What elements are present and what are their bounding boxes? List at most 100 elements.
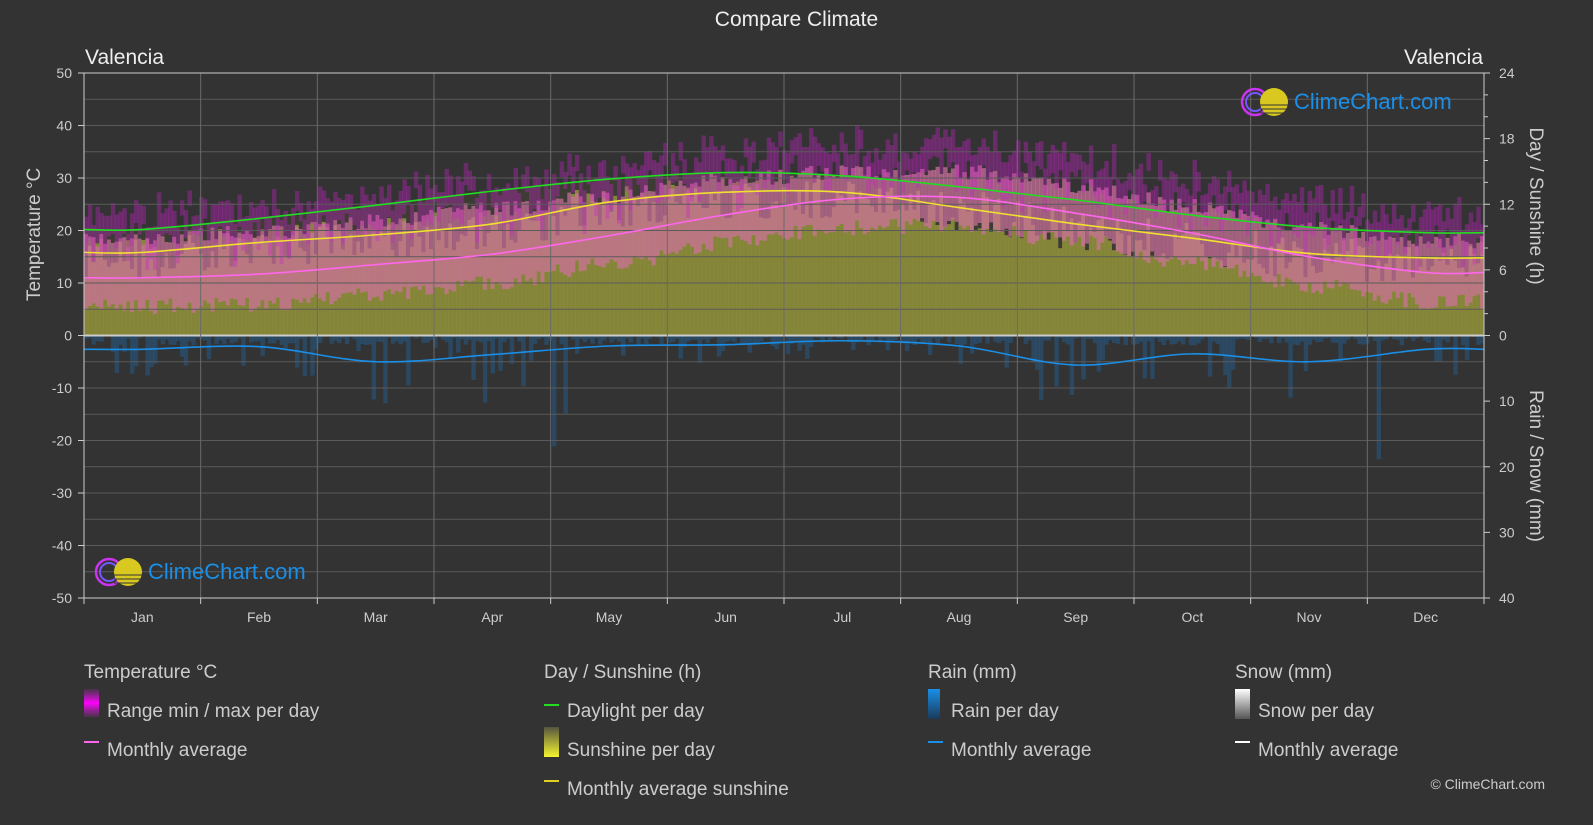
temp-max-extreme-bar — [1046, 153, 1052, 177]
temp-max-extreme-bar — [252, 207, 258, 223]
rain-day-bar — [168, 335, 173, 345]
left-axis-title: Temperature °C — [24, 167, 45, 301]
daylight-day-bar — [632, 178, 637, 198]
temp-range-day-bar — [1146, 192, 1151, 263]
rain-day-bar — [1460, 335, 1466, 346]
rain-day-bar — [229, 335, 235, 344]
temp-max-extreme-bar — [1131, 176, 1136, 201]
temp-range-day-bar — [1207, 202, 1213, 257]
logo-bottom-left[interactable]: ClimeChart.com — [94, 556, 306, 588]
rain-day-bar — [425, 335, 430, 343]
temp-range-day-bar — [701, 175, 706, 244]
temp-max-extreme-bar — [1023, 141, 1029, 163]
temp-range-day-bar — [1165, 211, 1171, 262]
temp-max-extreme-bar — [314, 201, 319, 231]
logo-top-right[interactable]: ClimeChart.com — [1240, 86, 1452, 118]
temp-max-extreme-bar — [210, 204, 216, 229]
x-tick-label: Mar — [364, 609, 388, 625]
temp-max-extreme-bar — [1054, 149, 1059, 190]
rain-day-bar — [705, 335, 710, 344]
temp-max-extreme-bar — [1257, 189, 1263, 224]
rain-day-bar — [1192, 335, 1197, 346]
temp-range-day-bar — [440, 209, 446, 289]
temp-max-extreme-bar — [141, 205, 146, 225]
temp-max-extreme-bar — [632, 163, 637, 178]
rain-day-bar — [977, 335, 983, 343]
temp-max-extreme-bar — [1192, 159, 1197, 205]
rain-day-bar — [1269, 335, 1274, 344]
temp-range-day-bar — [632, 196, 637, 257]
temp-max-extreme-bar — [1012, 150, 1017, 177]
rain-day-bar — [1334, 335, 1339, 344]
rain-day-bar — [1161, 335, 1167, 346]
temp-range-day-bar — [778, 169, 783, 236]
legend-item: Monthly average — [951, 740, 1092, 761]
temp-max-extreme-bar — [943, 129, 948, 149]
temp-max-extreme-bar — [1380, 203, 1385, 238]
temp-max-extreme-bar — [1361, 193, 1366, 218]
sunshine-day-bar — [935, 224, 940, 336]
temp-range-day-bar — [191, 231, 196, 313]
temp-range-day-bar — [1242, 213, 1247, 271]
legend-sunshine: Day / Sunshine (h) Daylight per day Suns… — [544, 662, 789, 818]
temp-range-day-bar — [1173, 209, 1178, 257]
sunshine-day-bar — [1111, 250, 1117, 336]
temp-range-day-bar — [962, 172, 967, 229]
rain-day-bar — [191, 335, 196, 346]
left-tick-label: -50 — [52, 590, 72, 606]
temp-range-day-bar — [245, 229, 250, 299]
temp-max-extreme-bar — [1154, 185, 1159, 218]
temp-max-extreme-bar — [1031, 161, 1036, 179]
rain-day-bar — [114, 335, 120, 373]
rain-day-bar — [364, 335, 369, 346]
temp-max-extreme-bar — [881, 153, 887, 197]
rain-day-bar — [985, 335, 990, 344]
temp-max-extreme-bar — [835, 153, 841, 174]
temp-max-extreme-bar — [452, 194, 457, 221]
rain-day-bar — [1096, 335, 1102, 372]
rain-day-bar — [1207, 335, 1213, 377]
temp-max-extreme-bar — [724, 158, 729, 179]
temp-max-extreme-bar — [778, 131, 783, 147]
temp-max-extreme-bar — [935, 127, 940, 158]
temp-max-extreme-bar — [352, 207, 357, 226]
temp-max-extreme-bar — [966, 138, 971, 161]
temp-range-day-bar — [310, 232, 315, 298]
rain-day-bar — [644, 335, 649, 345]
temp-max-extreme-bar — [851, 154, 856, 175]
temp-range-day-bar — [670, 188, 676, 252]
temp-max-extreme-bar — [732, 160, 737, 191]
temp-max-extreme-bar — [486, 173, 492, 191]
legend-item: Monthly average — [107, 740, 248, 761]
left-tick-label: 40 — [56, 118, 72, 134]
temp-max-extreme-bar — [371, 194, 377, 233]
rain-day-bar — [1361, 335, 1366, 345]
rain-day-bar — [785, 335, 791, 355]
temp-max-extreme-bar — [149, 226, 154, 260]
temp-range-day-bar — [486, 210, 492, 279]
temp-range-day-bar — [1457, 233, 1462, 296]
rain-day-bar — [502, 335, 507, 343]
rain-day-bar — [1276, 335, 1282, 344]
temp-range-day-bar — [448, 207, 453, 290]
temp-max-extreme-bar — [716, 150, 722, 193]
temp-max-extreme-bar — [774, 147, 779, 175]
temp-max-extreme-bar — [958, 146, 963, 189]
sunshine-day-bar — [1154, 256, 1159, 336]
daylight-day-bar — [294, 215, 300, 225]
temp-range-day-bar — [179, 234, 185, 309]
temp-range-day-bar — [367, 214, 373, 301]
temp-range-day-bar — [1265, 219, 1270, 283]
temp-max-extreme-bar — [176, 227, 181, 264]
rain-day-bar — [1054, 335, 1059, 387]
temp-max-extreme-bar — [1422, 209, 1428, 243]
temp-max-extreme-bar — [1100, 168, 1105, 194]
temp-max-extreme-bar — [425, 174, 430, 221]
sunshine-day-bar — [1211, 257, 1217, 336]
temp-range-day-bar — [835, 177, 841, 226]
x-tick-label: Feb — [247, 609, 271, 625]
temp-range-day-bar — [1434, 236, 1439, 308]
temp-max-extreme-bar — [1453, 203, 1458, 245]
rain-day-bar — [390, 335, 396, 344]
temp-max-extreme-bar — [459, 181, 465, 224]
